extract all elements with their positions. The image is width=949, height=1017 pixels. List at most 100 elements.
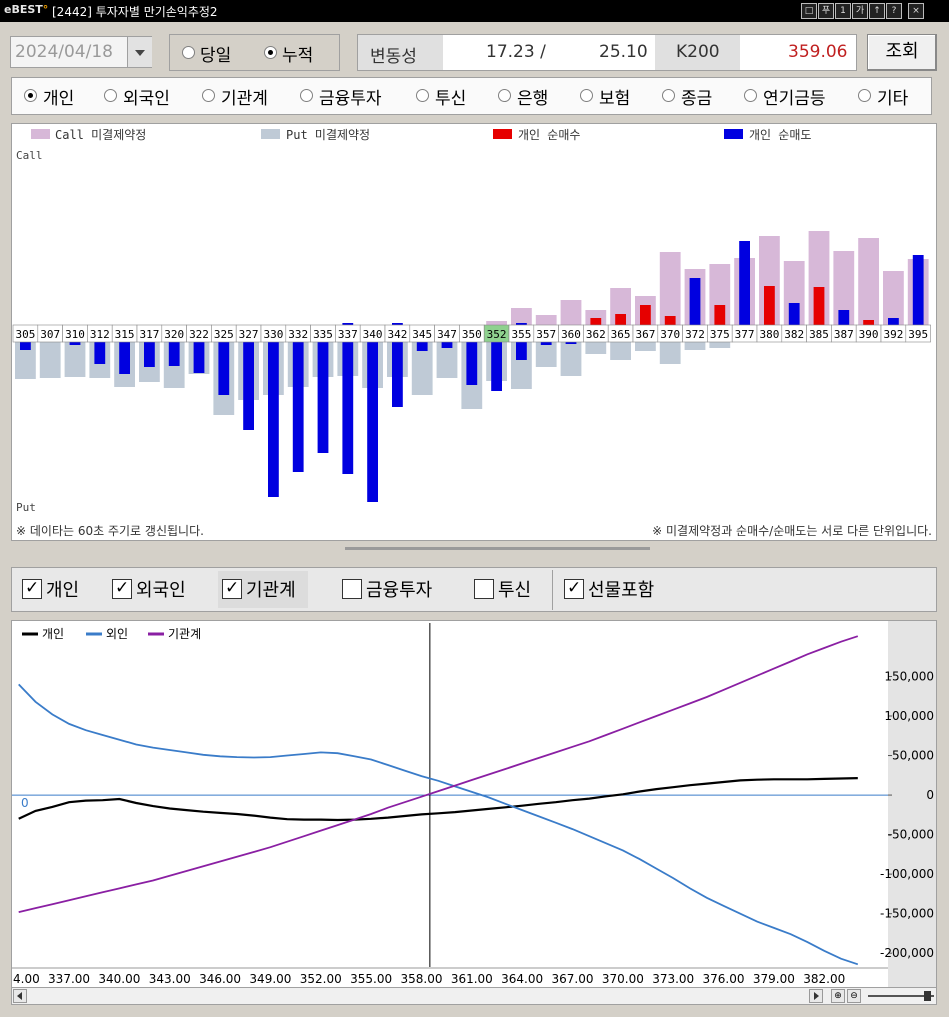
series-checkbox[interactable] <box>22 578 42 599</box>
put-oi-bar <box>610 342 631 360</box>
font-icon[interactable]: 가 <box>852 3 868 19</box>
put-net-bar <box>466 342 478 385</box>
investor-label[interactable]: 투신 <box>435 84 466 109</box>
strike-label: 315 <box>115 328 135 341</box>
put-oi-bar <box>659 342 681 364</box>
x-tick-label: 352.00 <box>300 972 342 986</box>
put-net-bar <box>69 342 81 345</box>
series-checkbox[interactable] <box>112 578 132 599</box>
investor-radio[interactable] <box>498 89 511 102</box>
vol-call-value: 17.23 / <box>486 42 546 62</box>
strike-label: 365 <box>611 328 631 341</box>
investor-radio[interactable] <box>24 89 37 102</box>
put-net-bar <box>292 342 304 472</box>
put-net-bar <box>119 342 130 374</box>
y-tick-label: 100,000 <box>884 709 934 723</box>
help-icon[interactable]: ? <box>886 3 902 19</box>
investor-radio[interactable] <box>104 89 117 102</box>
series-checkbox-label[interactable]: 기관계 <box>246 576 296 602</box>
strike-label: 340 <box>363 328 383 341</box>
investor-radio[interactable] <box>744 89 757 102</box>
strike-label: 360 <box>561 328 581 341</box>
put-axis-label: Put <box>16 501 36 514</box>
strike-label: 335 <box>313 328 333 341</box>
vol-label: 변동성 <box>370 47 417 67</box>
close-icon[interactable]: × <box>908 3 924 19</box>
x-tick-label: 349.00 <box>249 972 291 986</box>
investor-label[interactable]: 종금 <box>681 84 712 109</box>
x-tick-label: 355.00 <box>350 972 392 986</box>
radio-cumulative-label[interactable]: 누적 <box>282 41 313 66</box>
legend-label: 개인 <box>42 627 64 641</box>
radio-daily[interactable] <box>182 46 195 59</box>
series-checkbox-label[interactable]: 외국인 <box>136 576 186 602</box>
one-icon[interactable]: 1 <box>835 3 851 19</box>
series-checkbox-label[interactable]: 금융투자 <box>366 576 432 602</box>
series-checkbox[interactable] <box>342 579 362 599</box>
investor-label[interactable]: 외국인 <box>123 84 170 109</box>
legend-swatch-put <box>261 129 280 139</box>
put-net-bar <box>94 342 106 364</box>
call-net-bar <box>788 303 800 325</box>
strike-label: 347 <box>437 328 457 341</box>
series-checkbox-label[interactable]: 개인 <box>46 576 79 602</box>
pnl-plot[interactable]: 0 150,000 100,000 50,000 0 -50,000 -100,000 -15… <box>12 621 936 987</box>
x-tick-label: 370.00 <box>602 972 644 986</box>
strike-label: 310 <box>65 328 85 341</box>
call-oi-bar <box>858 238 879 325</box>
investor-label[interactable]: 개인 <box>43 84 74 109</box>
x-tick-label: 364.00 <box>501 972 543 986</box>
futures-checkbox-label[interactable]: 선물포함 <box>588 576 654 602</box>
zoom-out-icon[interactable]: ⊖ <box>847 989 861 1003</box>
pin-icon[interactable]: 푸 <box>818 3 834 19</box>
investor-label[interactable]: 기타 <box>877 84 908 109</box>
up-icon[interactable]: ↑ <box>869 3 885 19</box>
zoom-in-icon[interactable]: ⊕ <box>831 989 845 1003</box>
investor-label[interactable]: 은행 <box>517 84 548 109</box>
legend-label: 외인 <box>106 627 128 641</box>
futures-checkbox[interactable] <box>564 578 584 599</box>
y-tick-label: 50,000 <box>892 749 934 763</box>
strike-label: 377 <box>735 328 755 341</box>
investor-radio-bar: 개인 외국인 기관계 금융투자 투신 은행 보험 종금 연기금등 기타 <box>11 77 932 115</box>
series-checkbox[interactable] <box>222 578 242 599</box>
vol-put-value: 25.10 <box>599 42 648 62</box>
investor-radio[interactable] <box>202 89 215 102</box>
investor-radio[interactable] <box>416 89 429 102</box>
x-tick-label: 376.00 <box>703 972 745 986</box>
strike-label: 380 <box>759 328 779 341</box>
investor-label[interactable]: 기관계 <box>221 84 268 109</box>
put-net-bar <box>168 342 180 366</box>
radio-cumulative[interactable] <box>264 46 277 59</box>
pane-splitter[interactable] <box>345 547 650 550</box>
strike-label: 322 <box>189 328 209 341</box>
investor-label[interactable]: 연기금등 <box>763 84 826 109</box>
put-net-bar <box>20 342 31 350</box>
restore-icon[interactable]: □ <box>801 3 817 19</box>
window-title: [2442] 투자자별 만기손익추정2 <box>52 5 218 19</box>
put-net-bar <box>441 342 453 348</box>
radio-daily-label[interactable]: 당일 <box>200 41 231 66</box>
call-net-bar <box>590 318 602 325</box>
chevron-down-icon[interactable] <box>127 37 152 67</box>
horizontal-scrollbar[interactable]: ⊕ ⊖ <box>11 987 937 1005</box>
series-checkbox[interactable] <box>474 579 494 599</box>
date-picker[interactable]: 2024/04/18 <box>10 36 152 68</box>
search-button[interactable]: 조회 <box>867 34 937 71</box>
option-oi-plot: 305 307 310 312 315 317 320 322 325 327 330 332 335 3… <box>12 231 931 502</box>
legend-buy: 개인 순매수 <box>518 128 581 142</box>
investor-label[interactable]: 보험 <box>599 84 630 109</box>
investor-label[interactable]: 금융투자 <box>319 84 382 109</box>
series-line <box>18 683 859 966</box>
investor-radio[interactable] <box>580 89 593 102</box>
chevron-left-icon <box>17 992 22 1000</box>
investor-radio[interactable] <box>662 89 675 102</box>
strike-label: 350 <box>462 328 482 341</box>
zoom-slider-thumb[interactable] <box>924 991 931 1001</box>
call-net-bar <box>813 287 825 325</box>
series-checkbox-label[interactable]: 투신 <box>498 576 531 602</box>
investor-radio[interactable] <box>300 89 313 102</box>
call-net-bar <box>714 305 726 325</box>
strike-label: 367 <box>635 328 655 341</box>
investor-radio[interactable] <box>858 89 871 102</box>
